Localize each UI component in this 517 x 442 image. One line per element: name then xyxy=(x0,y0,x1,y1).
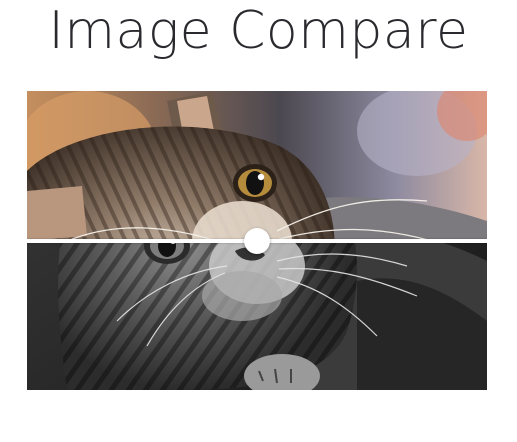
image-compare-widget[interactable] xyxy=(27,91,487,390)
page: Image Compare xyxy=(0,0,517,442)
page-title: Image Compare xyxy=(48,1,469,61)
circle-handle-icon[interactable] xyxy=(244,228,270,254)
